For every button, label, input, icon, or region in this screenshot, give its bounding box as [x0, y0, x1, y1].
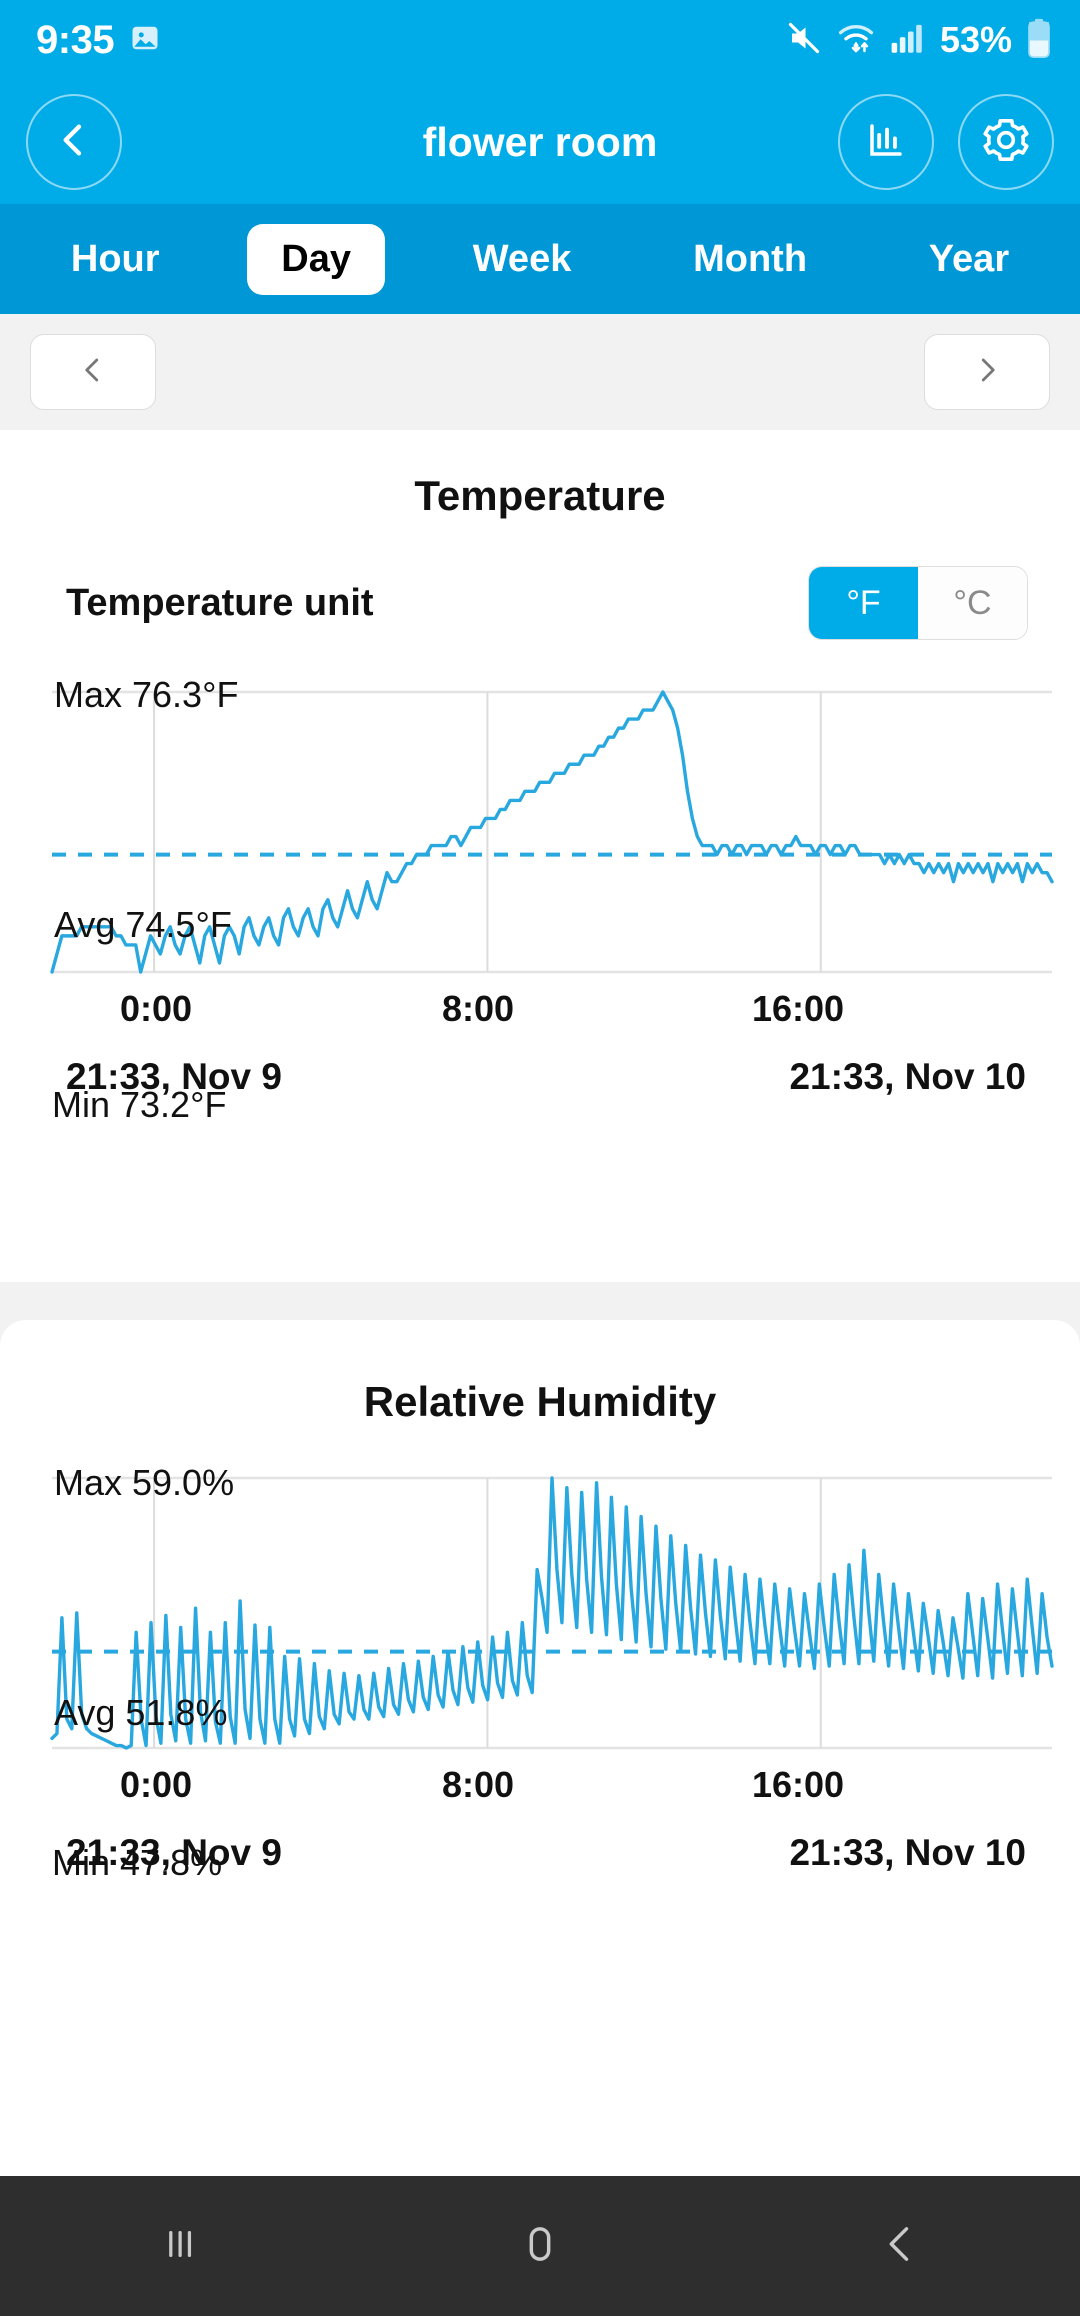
tab-week[interactable]: Week: [439, 224, 606, 295]
status-bar-left: 9:35: [36, 18, 160, 63]
temperature-unit-toggle[interactable]: °F °C: [808, 566, 1028, 640]
x-tick-16: 16:00: [752, 988, 845, 1029]
tab-month[interactable]: Month: [659, 224, 841, 295]
temperature-max-label: Max 76.3°F: [54, 674, 239, 715]
temperature-avg-label: Avg 74.5°F: [54, 904, 232, 945]
x-tick-0: 0:00: [120, 1764, 193, 1805]
prev-period-button[interactable]: [30, 334, 156, 410]
mute-icon: [786, 20, 822, 61]
x-tick-16: 16:00: [752, 1764, 845, 1805]
chevron-left-icon: [54, 120, 94, 165]
unit-option-celsius[interactable]: °C: [918, 567, 1027, 639]
temperature-unit-label: Temperature unit: [66, 581, 374, 624]
gear-icon: [983, 117, 1029, 168]
temperature-unit-row: Temperature unit °F °C: [0, 520, 1080, 640]
temperature-chart[interactable]: Max 76.3°F Avg 74.5°F Min 73.2°F 0:00 8:…: [0, 674, 1080, 1125]
card-separator: [0, 1282, 1080, 1320]
x-tick-0: 0:00: [120, 988, 193, 1029]
x-tick-8: 8:00: [442, 988, 515, 1029]
app-header: flower room: [0, 80, 1080, 204]
humidity-min-label: Min 47.8%: [52, 1842, 223, 1883]
chevron-right-icon: [972, 355, 1002, 390]
humidity-chart[interactable]: Max 59.0% Avg 51.8% Min 47.8% 0:00 8:00 …: [0, 1462, 1080, 1883]
wifi-icon: [836, 20, 876, 61]
period-tabs: Hour Day Week Month Year: [0, 204, 1080, 314]
next-period-button[interactable]: [924, 334, 1050, 410]
status-bar: 9:35 53%: [0, 0, 1080, 80]
stats-button[interactable]: [838, 94, 934, 190]
tab-day[interactable]: Day: [247, 223, 385, 295]
humidity-title: Relative Humidity: [363, 1378, 717, 1425]
date-nav-row: [0, 314, 1080, 430]
battery-percent: 53%: [939, 19, 1012, 60]
temperature-title: Temperature: [414, 472, 666, 519]
app-screen: 9:35 53% flower room Hour Day Week Month…: [0, 0, 1080, 2316]
temperature-x-axis: 0:00 8:00 16:00: [0, 988, 1080, 1050]
android-nav-bar: [0, 2176, 1080, 2316]
settings-button[interactable]: [958, 94, 1054, 190]
status-bar-clock: 9:35: [36, 17, 115, 62]
humidity-card: Relative Humidity Max 59.0% Avg 51.8% Mi…: [0, 1320, 1080, 2176]
humidity-range-end: 21:33, Nov 10: [789, 1832, 1026, 1873]
unit-option-fahrenheit[interactable]: °F: [809, 567, 918, 639]
image-icon: [130, 23, 160, 58]
header-actions: [838, 94, 1054, 190]
back-icon[interactable]: [874, 2218, 926, 2275]
temperature-range-end: 21:33, Nov 10: [789, 1056, 1026, 1097]
humidity-max-label: Max 59.0%: [54, 1462, 235, 1503]
tab-year[interactable]: Year: [895, 224, 1043, 295]
tab-hour[interactable]: Hour: [37, 224, 194, 295]
temperature-min-label: Min 73.2°F: [52, 1084, 227, 1125]
recents-icon[interactable]: [154, 2218, 206, 2275]
status-bar-right: 53%: [786, 18, 1052, 63]
x-tick-8: 8:00: [442, 1764, 515, 1805]
temperature-card: Temperature Temperature unit °F °C Max 7…: [0, 430, 1080, 1282]
humidity-avg-label: Avg 51.8%: [54, 1692, 228, 1733]
chevron-left-icon: [78, 355, 108, 390]
battery-icon: [1026, 18, 1052, 63]
bar-chart-icon: [865, 119, 907, 166]
humidity-x-axis: 0:00 8:00 16:00: [0, 1764, 1080, 1826]
home-icon[interactable]: [514, 2218, 566, 2275]
back-button[interactable]: [26, 94, 122, 190]
signal-icon: [890, 21, 926, 60]
